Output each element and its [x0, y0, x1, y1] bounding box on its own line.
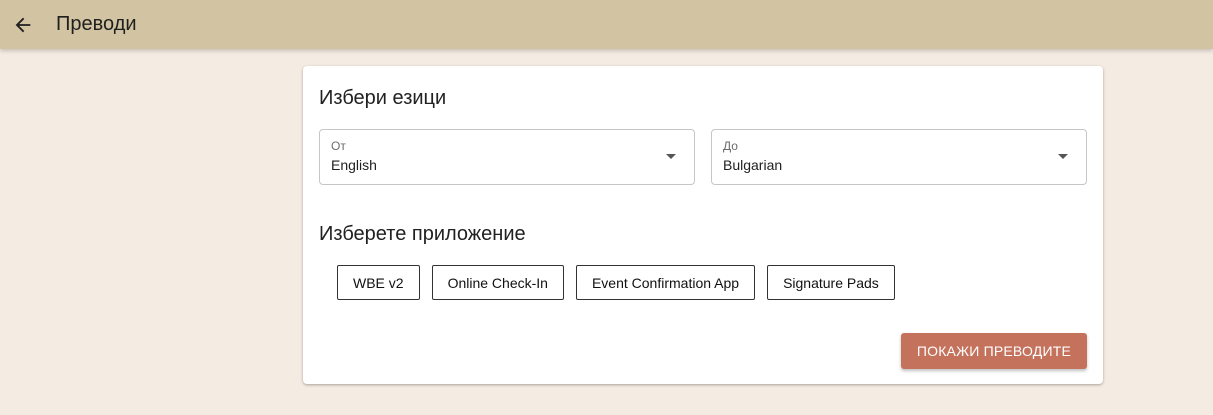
app-button-wbe-v2[interactable]: WBE v2	[337, 265, 420, 300]
back-button[interactable]	[0, 2, 46, 48]
translations-card: Избери езици От English До Bulgarian Изб…	[303, 66, 1103, 384]
from-language-value: English	[331, 157, 377, 173]
app-button-event-confirmation[interactable]: Event Confirmation App	[575, 265, 756, 300]
languages-section-title: Избери езици	[319, 87, 447, 109]
from-language-label: От	[331, 139, 346, 153]
application-button-group: WBE v2 Online Check-In Event Confirmatio…	[337, 265, 895, 300]
show-translations-button[interactable]: Покажи преводите	[900, 333, 1087, 369]
app-button-online-check-in[interactable]: Online Check-In	[431, 265, 564, 300]
app-button-signature-pads[interactable]: Signature Pads	[767, 265, 895, 300]
from-language-select[interactable]: От English	[319, 129, 695, 185]
to-language-value: Bulgarian	[723, 157, 783, 173]
to-language-label: До	[723, 139, 738, 153]
page-title: Преводи	[56, 13, 137, 35]
dropdown-arrow-icon	[1058, 154, 1068, 159]
to-language-select[interactable]: До Bulgarian	[711, 129, 1087, 185]
applications-section-title: Изберете приложение	[319, 223, 526, 245]
arrow-left-icon	[15, 17, 31, 32]
top-app-bar: Преводи	[0, 0, 1213, 49]
dropdown-arrow-icon	[666, 154, 676, 159]
